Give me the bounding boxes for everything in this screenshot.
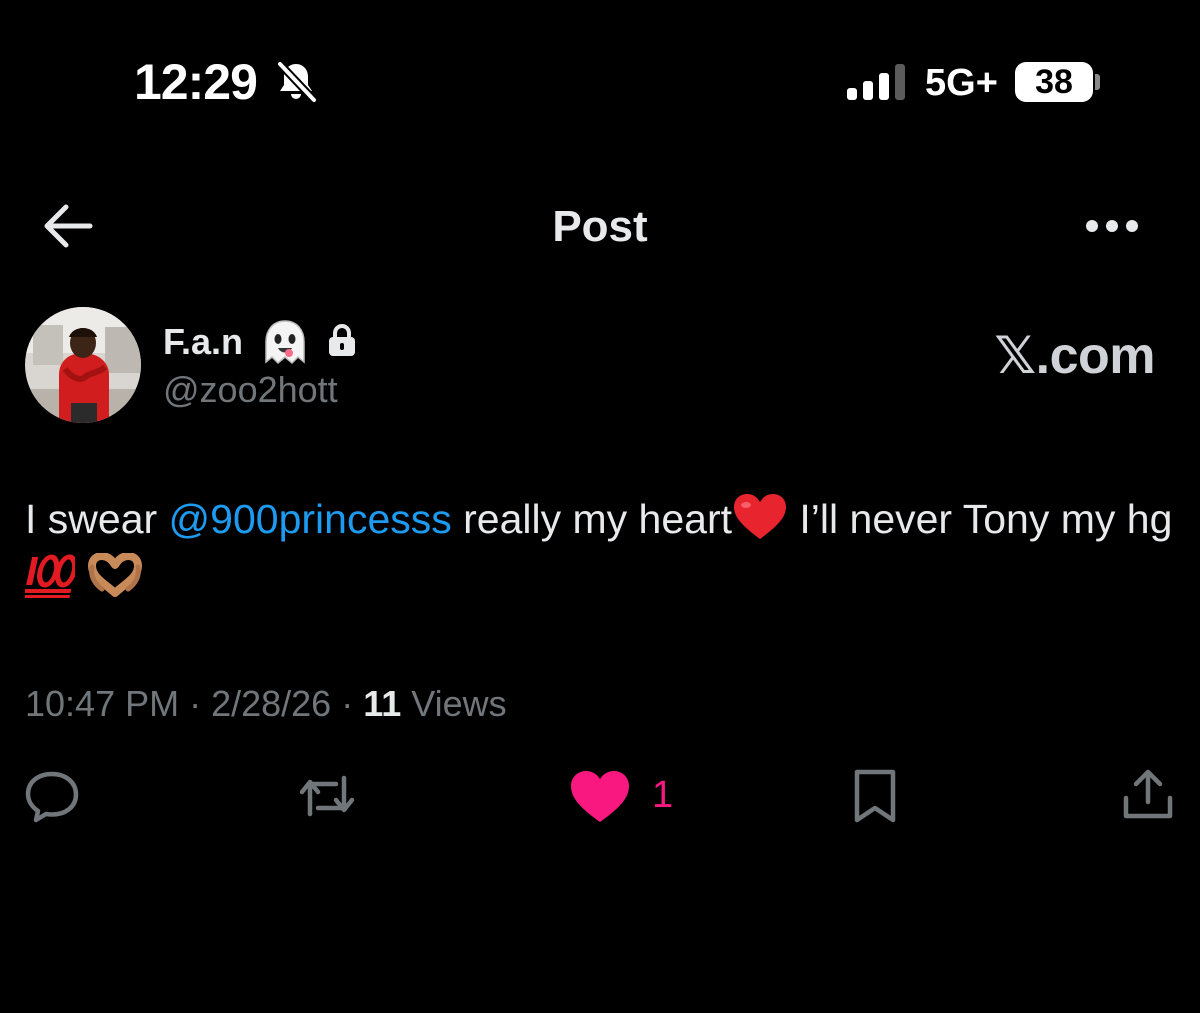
meta-separator: · bbox=[179, 683, 212, 724]
post-text-segment: I’ll never Tony my hg bbox=[788, 496, 1173, 542]
post-date: 2/28/26 bbox=[211, 683, 332, 724]
meta-separator: · bbox=[331, 683, 364, 724]
post-text-segment: really my heart bbox=[451, 496, 733, 542]
post-meta: 10:47 PM · 2/28/26 · 11 Views bbox=[25, 682, 507, 726]
network-label: 5G+ bbox=[925, 62, 998, 104]
share-icon[interactable] bbox=[1120, 768, 1176, 824]
handle[interactable]: @zoo2hott bbox=[163, 368, 338, 412]
avatar-image bbox=[25, 307, 141, 423]
red-heart-emoji-icon bbox=[734, 494, 787, 539]
x-brand-watermark: 𝕏.com bbox=[994, 327, 1155, 385]
back-arrow-icon[interactable] bbox=[40, 203, 94, 249]
status-time: 12:29 bbox=[134, 54, 258, 110]
battery-level: 38 bbox=[1035, 63, 1073, 101]
heart-hands-emoji-icon bbox=[88, 553, 143, 597]
reply-icon[interactable] bbox=[24, 768, 80, 824]
repost-icon[interactable] bbox=[296, 770, 358, 822]
bookmark-icon[interactable] bbox=[850, 768, 900, 824]
signal-icon bbox=[847, 64, 905, 100]
views-label[interactable]: Views bbox=[411, 683, 506, 724]
battery-icon: 38 bbox=[1015, 62, 1093, 102]
display-name[interactable]: F.a.n bbox=[163, 320, 243, 364]
more-icon[interactable] bbox=[1084, 218, 1140, 234]
like-count[interactable]: 1 bbox=[652, 772, 673, 818]
lock-icon bbox=[329, 324, 355, 356]
like-icon[interactable] bbox=[570, 770, 630, 824]
avatar[interactable] bbox=[25, 307, 141, 423]
battery-nub bbox=[1095, 74, 1100, 90]
ghost-emoji-icon bbox=[265, 320, 305, 365]
post-time: 10:47 PM bbox=[25, 683, 180, 724]
hundred-points-emoji-icon bbox=[25, 554, 75, 598]
bell-slash-icon bbox=[276, 60, 318, 104]
post-text: I swear @900princesss really my heart I’… bbox=[25, 490, 1175, 606]
post-text-segment: I swear bbox=[25, 496, 169, 542]
page-title: Post bbox=[552, 202, 648, 251]
mention-link[interactable]: @900princesss bbox=[169, 496, 452, 542]
views-count[interactable]: 11 bbox=[363, 683, 401, 724]
